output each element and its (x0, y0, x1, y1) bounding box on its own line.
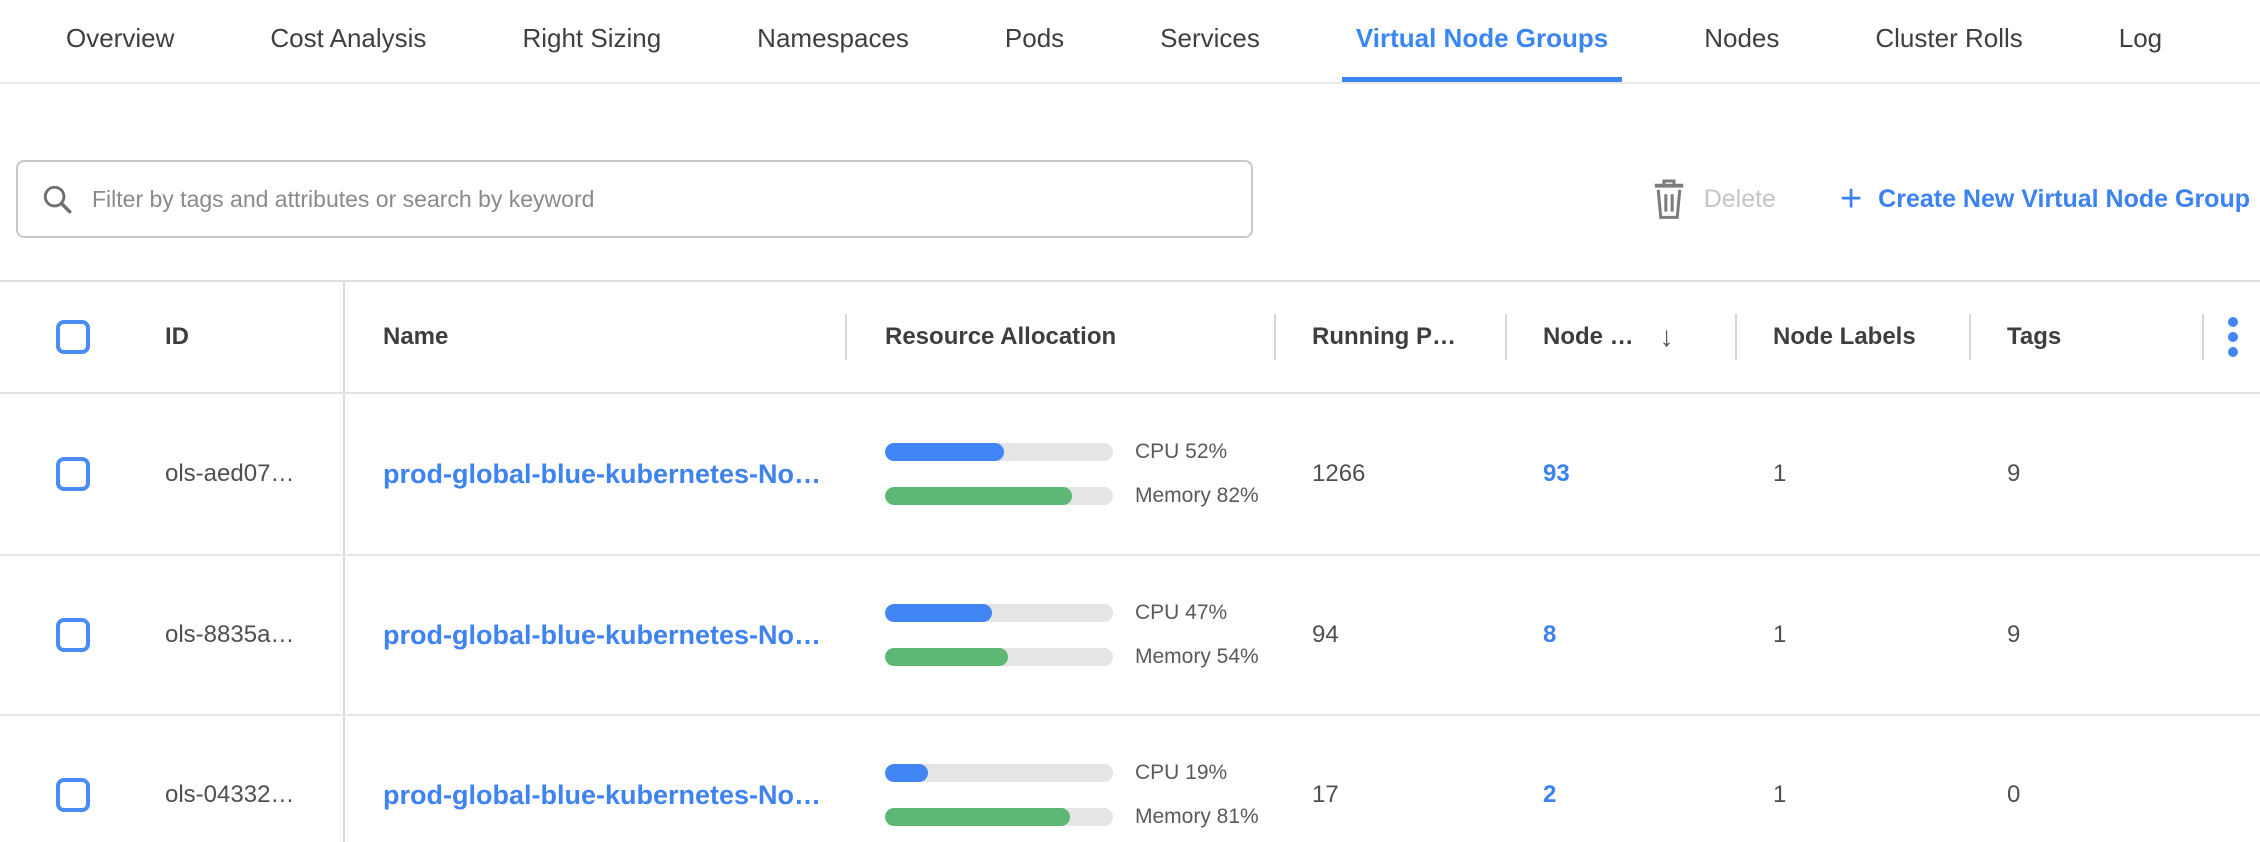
select-all-checkbox[interactable] (56, 320, 90, 354)
node-labels-value: 1 (1735, 621, 1969, 649)
memory-usage-label: Memory 81% (1135, 805, 1259, 829)
node-labels-value: 1 (1735, 460, 1969, 488)
delete-button[interactable]: Delete (1650, 178, 1776, 220)
tab-log[interactable]: Log (2105, 0, 2176, 82)
sort-descending-icon[interactable]: ↓ (1660, 321, 1674, 353)
memory-usage-bar (885, 487, 1113, 505)
header-name: Name (345, 282, 845, 392)
plus-icon: + (1840, 180, 1862, 218)
top-tab-bar: Overview Cost Analysis Right Sizing Name… (0, 0, 2260, 84)
tags-value: 0 (1969, 781, 2202, 809)
nodes-count-link[interactable]: 93 (1543, 460, 1570, 487)
header-running-pods: Running P… (1274, 282, 1505, 392)
tab-services[interactable]: Services (1146, 0, 1274, 82)
memory-usage-bar (885, 648, 1113, 666)
vng-name-link[interactable]: prod-global-blue-kubernetes-No… (383, 780, 821, 810)
cpu-usage-label: CPU 19% (1135, 761, 1227, 785)
delete-button-label: Delete (1704, 185, 1776, 214)
cpu-usage-bar (885, 764, 1113, 782)
row-checkbox[interactable] (56, 778, 90, 812)
tags-value: 9 (1969, 460, 2202, 488)
running-pods-value: 17 (1274, 781, 1505, 809)
trash-icon (1650, 178, 1688, 220)
toolbar-actions: Delete + Create New Virtual Node Group (1650, 160, 2250, 238)
column-settings-kebab-icon[interactable] (2228, 317, 2238, 357)
cpu-usage-label: CPU 52% (1135, 440, 1227, 464)
tab-namespaces[interactable]: Namespaces (743, 0, 923, 82)
resource-allocation-cell: CPU 19% Memory 81% (845, 761, 1274, 829)
row-checkbox-cell (0, 394, 130, 554)
vng-id: ols-04332… (130, 716, 345, 842)
running-pods-value: 1266 (1274, 460, 1505, 488)
nodes-count-link[interactable]: 2 (1543, 781, 1556, 808)
tab-cost-analysis[interactable]: Cost Analysis (256, 0, 440, 82)
filter-input[interactable] (92, 186, 1251, 213)
tab-nodes[interactable]: Nodes (1690, 0, 1793, 82)
search-icon (40, 182, 74, 216)
cpu-usage-bar (885, 443, 1113, 461)
vng-id: ols-8835a… (130, 556, 345, 714)
running-pods-value: 94 (1274, 621, 1505, 649)
tab-right-sizing[interactable]: Right Sizing (508, 0, 675, 82)
tab-virtual-node-groups[interactable]: Virtual Node Groups (1342, 0, 1622, 82)
table-header-row: ID Name Resource Allocation Running P… N… (0, 282, 2260, 394)
memory-usage-label: Memory 82% (1135, 484, 1259, 508)
row-checkbox[interactable] (56, 457, 90, 491)
nodes-count-link[interactable]: 8 (1543, 621, 1556, 648)
row-checkbox-cell (0, 556, 130, 714)
header-tags: Tags (1969, 282, 2202, 392)
create-virtual-node-group-button[interactable]: + Create New Virtual Node Group (1840, 180, 2250, 218)
header-nodes-label: Node … (1543, 323, 1634, 351)
resource-allocation-cell: CPU 47% Memory 54% (845, 601, 1274, 669)
tab-cluster-rolls[interactable]: Cluster Rolls (1861, 0, 2036, 82)
cpu-usage-label: CPU 47% (1135, 601, 1227, 625)
tags-value: 9 (1969, 621, 2202, 649)
virtual-node-groups-table: ID Name Resource Allocation Running P… N… (0, 280, 2260, 842)
header-nodes[interactable]: Node … ↓ (1505, 282, 1735, 392)
vng-id: ols-aed07… (130, 394, 345, 554)
header-id: ID (130, 282, 345, 392)
tab-pods[interactable]: Pods (991, 0, 1078, 82)
resource-allocation-cell: CPU 52% Memory 82% (845, 440, 1274, 508)
table-row: ols-8835a… prod-global-blue-kubernetes-N… (0, 554, 2260, 714)
memory-usage-label: Memory 54% (1135, 645, 1259, 669)
cpu-usage-bar (885, 604, 1113, 622)
header-node-labels: Node Labels (1735, 282, 1969, 392)
tab-overview[interactable]: Overview (52, 0, 188, 82)
table-row: ols-04332… prod-global-blue-kubernetes-N… (0, 714, 2260, 842)
memory-usage-bar (885, 808, 1113, 826)
filter-input-container (16, 160, 1253, 238)
toolbar: Delete + Create New Virtual Node Group (0, 84, 2260, 280)
vng-name-link[interactable]: prod-global-blue-kubernetes-No… (383, 459, 821, 489)
node-labels-value: 1 (1735, 781, 1969, 809)
header-resource-allocation: Resource Allocation (845, 282, 1274, 392)
create-button-label: Create New Virtual Node Group (1878, 185, 2250, 214)
header-checkbox-cell (0, 282, 130, 392)
vng-name-link[interactable]: prod-global-blue-kubernetes-No… (383, 620, 821, 650)
row-checkbox[interactable] (56, 618, 90, 652)
table-row: ols-aed07… prod-global-blue-kubernetes-N… (0, 394, 2260, 554)
row-checkbox-cell (0, 716, 130, 842)
header-menu-cell (2202, 282, 2260, 392)
